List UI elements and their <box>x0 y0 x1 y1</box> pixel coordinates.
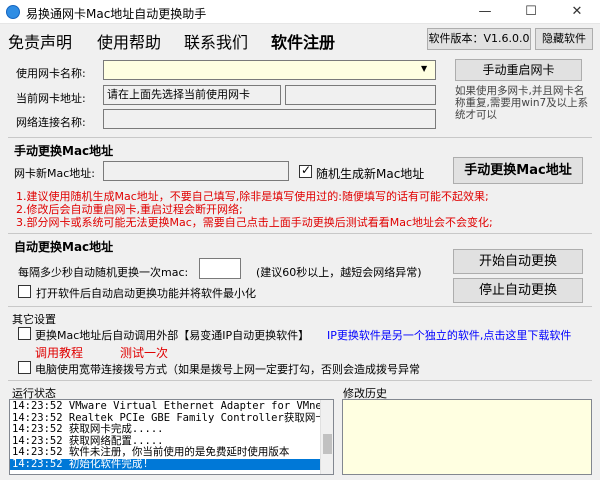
adapter-label: 使用网卡名称: <box>16 67 86 80</box>
dialup-label: 电脑使用宽带连接拨号方式（如果是拨号上网一定要打勾，否则会造成拨号异常 <box>35 363 420 376</box>
divider <box>8 137 592 138</box>
ip-software-download-link[interactable]: IP更换软件是另一个独立的软件,点击这里下载软件 <box>327 327 571 343</box>
auto-start-checkbox[interactable] <box>18 285 31 298</box>
interval-label: 每隔多少秒自动随机更换一次mac: <box>18 266 189 279</box>
current-mac-extra-field[interactable] <box>285 85 436 105</box>
run-status-log[interactable]: 14:23:52 VMware Virtual Ethernet Adapter… <box>9 399 334 475</box>
call-ip-software-checkbox[interactable] <box>18 327 31 340</box>
connection-name-label: 网络连接名称: <box>16 116 86 129</box>
menu-register[interactable]: 软件注册 <box>271 29 335 53</box>
window-title: 易换通网卡Mac地址自动更换助手 <box>26 7 207 21</box>
log-line[interactable]: 14:23:52 VMware Virtual Ethernet Adapter… <box>10 400 333 413</box>
menu-help[interactable]: 使用帮助 <box>97 29 161 53</box>
multi-adapter-hint: 如果使用多网卡,并且网卡名称重复,需要用win7及以上系统才可以 <box>455 85 589 121</box>
manual-change-mac-button[interactable]: 手动更换Mac地址 <box>453 157 583 184</box>
other-section-title: 其它设置 <box>12 313 56 326</box>
maximize-button[interactable]: ☐ <box>508 0 554 24</box>
divider <box>8 233 592 234</box>
app-icon <box>6 5 20 19</box>
log-line[interactable]: 14:23:52 获取网卡完成..... <box>10 423 333 436</box>
manual-section-title: 手动更换Mac地址 <box>14 144 114 158</box>
divider <box>8 306 592 307</box>
test-once-link[interactable]: 测试一次 <box>120 344 168 361</box>
current-mac-field[interactable]: 请在上面先选择当前使用网卡 <box>103 85 281 105</box>
minimize-button[interactable]: — <box>462 0 508 24</box>
tutorial-link[interactable]: 调用教程 <box>35 344 83 361</box>
divider <box>8 380 592 381</box>
random-mac-label: 随机生成新Mac地址 <box>316 167 425 181</box>
restart-adapter-button[interactable]: 手动重启网卡 <box>455 59 582 81</box>
auto-section-title: 自动更换Mac地址 <box>14 240 114 254</box>
random-mac-checkbox[interactable] <box>299 163 312 178</box>
log-line[interactable]: 14:23:52 软件未注册，你当前使用的是免费延时使用版本 <box>10 446 333 459</box>
interval-input[interactable] <box>199 258 241 279</box>
history-box[interactable] <box>342 399 592 475</box>
connection-name-field[interactable] <box>103 109 436 129</box>
stop-auto-change-button[interactable]: 停止自动更换 <box>453 278 583 303</box>
menu-disclaimer[interactable]: 免责声明 <box>8 29 72 53</box>
note-line: 3.部分网卡或系统可能无法更换Mac，需要自己点击上面手动更换后测试看看Mac地… <box>16 216 493 229</box>
log-scrollbar[interactable] <box>320 400 333 474</box>
new-mac-label: 网卡新Mac地址: <box>14 167 95 180</box>
log-line[interactable]: 14:23:52 初始化软件完成! <box>10 458 333 470</box>
adapter-select[interactable] <box>103 60 436 80</box>
chevron-down-icon[interactable]: ▼ <box>421 64 427 73</box>
hide-software-button[interactable]: 隐藏软件 <box>535 28 593 50</box>
start-auto-change-button[interactable]: 开始自动更换 <box>453 249 583 274</box>
new-mac-field[interactable] <box>103 161 289 181</box>
dialup-checkbox[interactable] <box>18 361 31 374</box>
interval-hint: (建议60秒以上，越短会网络异常) <box>256 266 422 279</box>
menu-contact[interactable]: 联系我们 <box>184 29 248 53</box>
current-mac-label: 当前网卡地址: <box>16 92 86 105</box>
close-button[interactable]: ✕ <box>554 0 600 24</box>
auto-start-label: 打开软件后自动启动更换功能并将软件最小化 <box>36 287 256 300</box>
call-ip-software-label: 更换Mac地址后自动调用外部【易变通IP自动更换软件】 <box>35 329 310 342</box>
version-button[interactable]: 软件版本：V1.6.0.0 <box>427 28 531 50</box>
scrollbar-thumb[interactable] <box>323 434 332 454</box>
